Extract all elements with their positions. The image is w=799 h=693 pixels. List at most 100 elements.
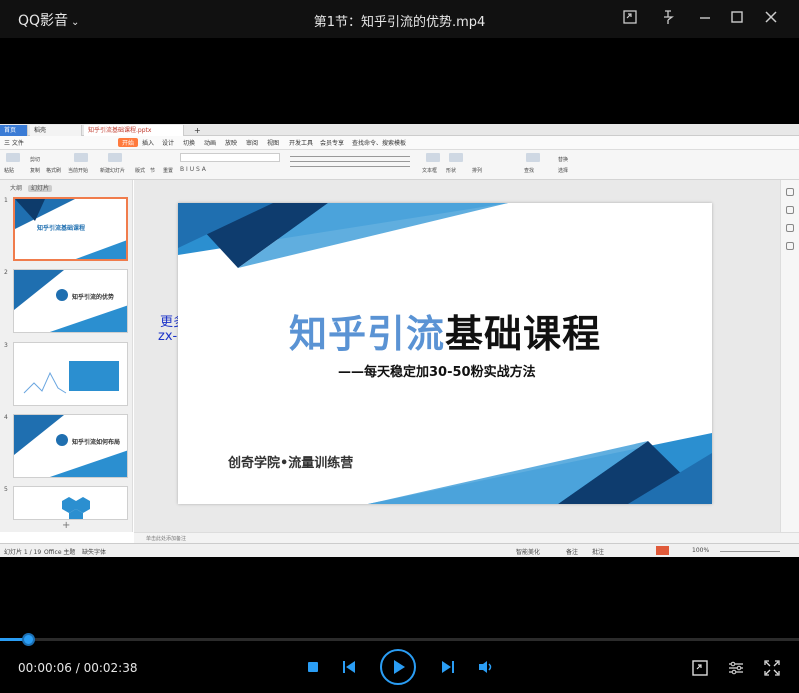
ribbon-label: 粘贴	[4, 168, 15, 174]
minimize-icon[interactable]	[695, 9, 715, 29]
ribbon-label: 查找	[524, 168, 535, 174]
screenshot-button[interactable]	[691, 659, 709, 677]
slide-counter: 幻灯片 1 / 19	[4, 549, 42, 556]
add-slide-icon: +	[62, 520, 71, 531]
thumb-title: 知乎引流如何布局	[72, 439, 121, 446]
stop-button[interactable]	[308, 662, 318, 672]
slide-subtitle: ——每天稳定加30-50粉实战方法	[338, 365, 536, 380]
current-time: 00:00:06	[18, 661, 72, 675]
zoom-level: 100%	[692, 547, 710, 554]
slide-thumbnail-pane: 大纲 幻灯片 1 知乎引流基础课程 2 知乎引流的优势 3 4 知乎引流如何布局 …	[0, 180, 133, 532]
ribbon-label: 文本框	[422, 168, 438, 174]
zoom-slider	[720, 551, 780, 552]
font-format-icons: B I U S A	[180, 166, 206, 173]
slide-thumbnail	[13, 342, 128, 406]
sliders-icon	[729, 661, 743, 675]
capture-icon	[692, 660, 708, 676]
close-icon[interactable]	[761, 9, 781, 29]
volume-button[interactable]	[477, 659, 495, 679]
smart-beautify: 智能美化	[516, 549, 541, 556]
wps-tab-docer: 稻壳	[30, 125, 82, 136]
ribbon-label: 重置	[163, 168, 174, 174]
paste-icon	[6, 153, 20, 162]
theme-name: Office 主题	[44, 549, 76, 556]
comments-toggle: 批注	[592, 549, 605, 556]
settings-button[interactable]	[727, 659, 745, 677]
notes-area: 单击此处添加备注	[134, 532, 799, 543]
wps-menu-item: 插入	[142, 140, 155, 147]
slide-title: 知乎引流基础课程	[178, 303, 712, 358]
fullscreen-button[interactable]	[763, 659, 781, 677]
progress-handle[interactable]	[22, 633, 35, 646]
thumb-title: 知乎引流的优势	[72, 294, 115, 301]
paragraph-icons	[290, 153, 410, 173]
slide-thumbnail: 知乎引流如何布局	[13, 414, 128, 478]
thumb-pane-header: 大纲 幻灯片	[10, 183, 53, 192]
video-frame[interactable]: 首页 稻壳 知乎引流基础课程.pptx + 三 文件 开始 插入 设计 切换 动…	[0, 124, 799, 557]
shape-icon	[449, 153, 463, 162]
video-title: 第1节：知乎引流的优势.mp4	[313, 15, 486, 30]
panel-icon	[786, 188, 794, 196]
thumb-number: 5	[4, 486, 8, 493]
panel-icon	[786, 206, 794, 214]
ribbon-label: 排列	[472, 168, 483, 174]
find-icon	[526, 153, 540, 162]
wps-tab-document: 知乎引流基础课程.pptx	[84, 125, 184, 136]
wps-menu-item: 查找命令、搜索模板	[352, 140, 407, 147]
wps-menu-item: 放映	[225, 140, 238, 147]
previous-button[interactable]	[341, 659, 357, 679]
slide-thumbnail: 知乎引流基础课程	[13, 197, 128, 261]
slide-thumbnail: 知乎引流的优势	[13, 269, 128, 333]
progress-bar[interactable]	[0, 638, 799, 641]
play-button[interactable]	[380, 649, 416, 685]
next-button[interactable]	[440, 659, 456, 679]
ribbon-label: 选择	[558, 168, 569, 174]
outline-tab: 大纲	[10, 185, 23, 192]
wps-tab-bar: 首页 稻壳 知乎引流基础课程.pptx +	[0, 124, 799, 136]
wps-menu-item: 开始	[118, 138, 139, 147]
missing-fonts: 缺失字体	[82, 549, 107, 556]
wps-menu-item: 视图	[267, 140, 280, 147]
wps-menu-item: 开发工具	[289, 140, 314, 147]
play-slideshow-icon	[656, 546, 669, 555]
fullscreen-icon	[764, 660, 780, 676]
slideshow-icon	[74, 153, 88, 162]
thumb-number: 2	[4, 269, 8, 276]
slide-editor: 更多课程 zx-cc.net 知乎引流基础课程 ——每天稳定加30-50粉实战方…	[134, 180, 799, 532]
slide-title-blue: 知乎引流	[288, 312, 445, 356]
textbox-icon	[426, 153, 440, 162]
time-display: 00:00:06 / 00:02:38	[18, 661, 137, 675]
wps-right-panel	[780, 180, 799, 532]
wps-ribbon: 粘贴 剪切 复制 格式刷 当前开始 新建幻灯片 版式 节 重置 B I U S …	[0, 150, 799, 180]
volume-icon	[479, 661, 492, 673]
ribbon-label: 当前开始	[68, 168, 89, 174]
slide-title-dark: 基础课程	[445, 312, 602, 356]
slide-organization: 创奇学院•流量训练营	[228, 456, 354, 471]
thumb-number: 4	[4, 414, 8, 421]
pin-icon[interactable]	[658, 9, 678, 29]
slide-thumbnail	[13, 486, 128, 520]
wps-menu-item: 切换	[183, 140, 196, 147]
panel-icon	[786, 242, 794, 250]
play-icon	[394, 660, 405, 674]
notes-toggle: 备注	[566, 549, 579, 556]
skip-back-icon	[343, 661, 355, 673]
thumb-title: 知乎引流基础课程	[37, 225, 86, 232]
thumb-number: 1	[4, 197, 8, 204]
font-select	[180, 153, 280, 162]
thumb-number: 3	[4, 342, 8, 349]
screenshot-icon[interactable]	[620, 9, 640, 29]
wps-status-bar: 幻灯片 1 / 19 Office 主题 缺失字体 智能美化 备注 批注 100…	[0, 543, 799, 557]
maximize-icon[interactable]	[727, 9, 747, 29]
time-separator: /	[71, 661, 84, 675]
ribbon-label: 格式刷	[46, 168, 62, 174]
wps-menu-item: 三 文件	[4, 140, 24, 147]
wps-tab-home: 首页	[0, 125, 28, 136]
ribbon-label: 版式	[135, 168, 146, 174]
ribbon-label: 复制	[30, 168, 41, 174]
slide-canvas: 知乎引流基础课程 ——每天稳定加30-50粉实战方法 创奇学院•流量训练营	[178, 203, 712, 504]
title-bar: QQ影音 ⌄ 第1节：知乎引流的优势.mp4	[0, 0, 799, 38]
ribbon-label: 剪切	[30, 157, 41, 163]
wps-menu-item: 会员专享	[320, 140, 345, 147]
wps-menu-bar: 三 文件 开始 插入 设计 切换 动画 放映 审阅 视图 开发工具 会员专享 查…	[0, 136, 799, 150]
